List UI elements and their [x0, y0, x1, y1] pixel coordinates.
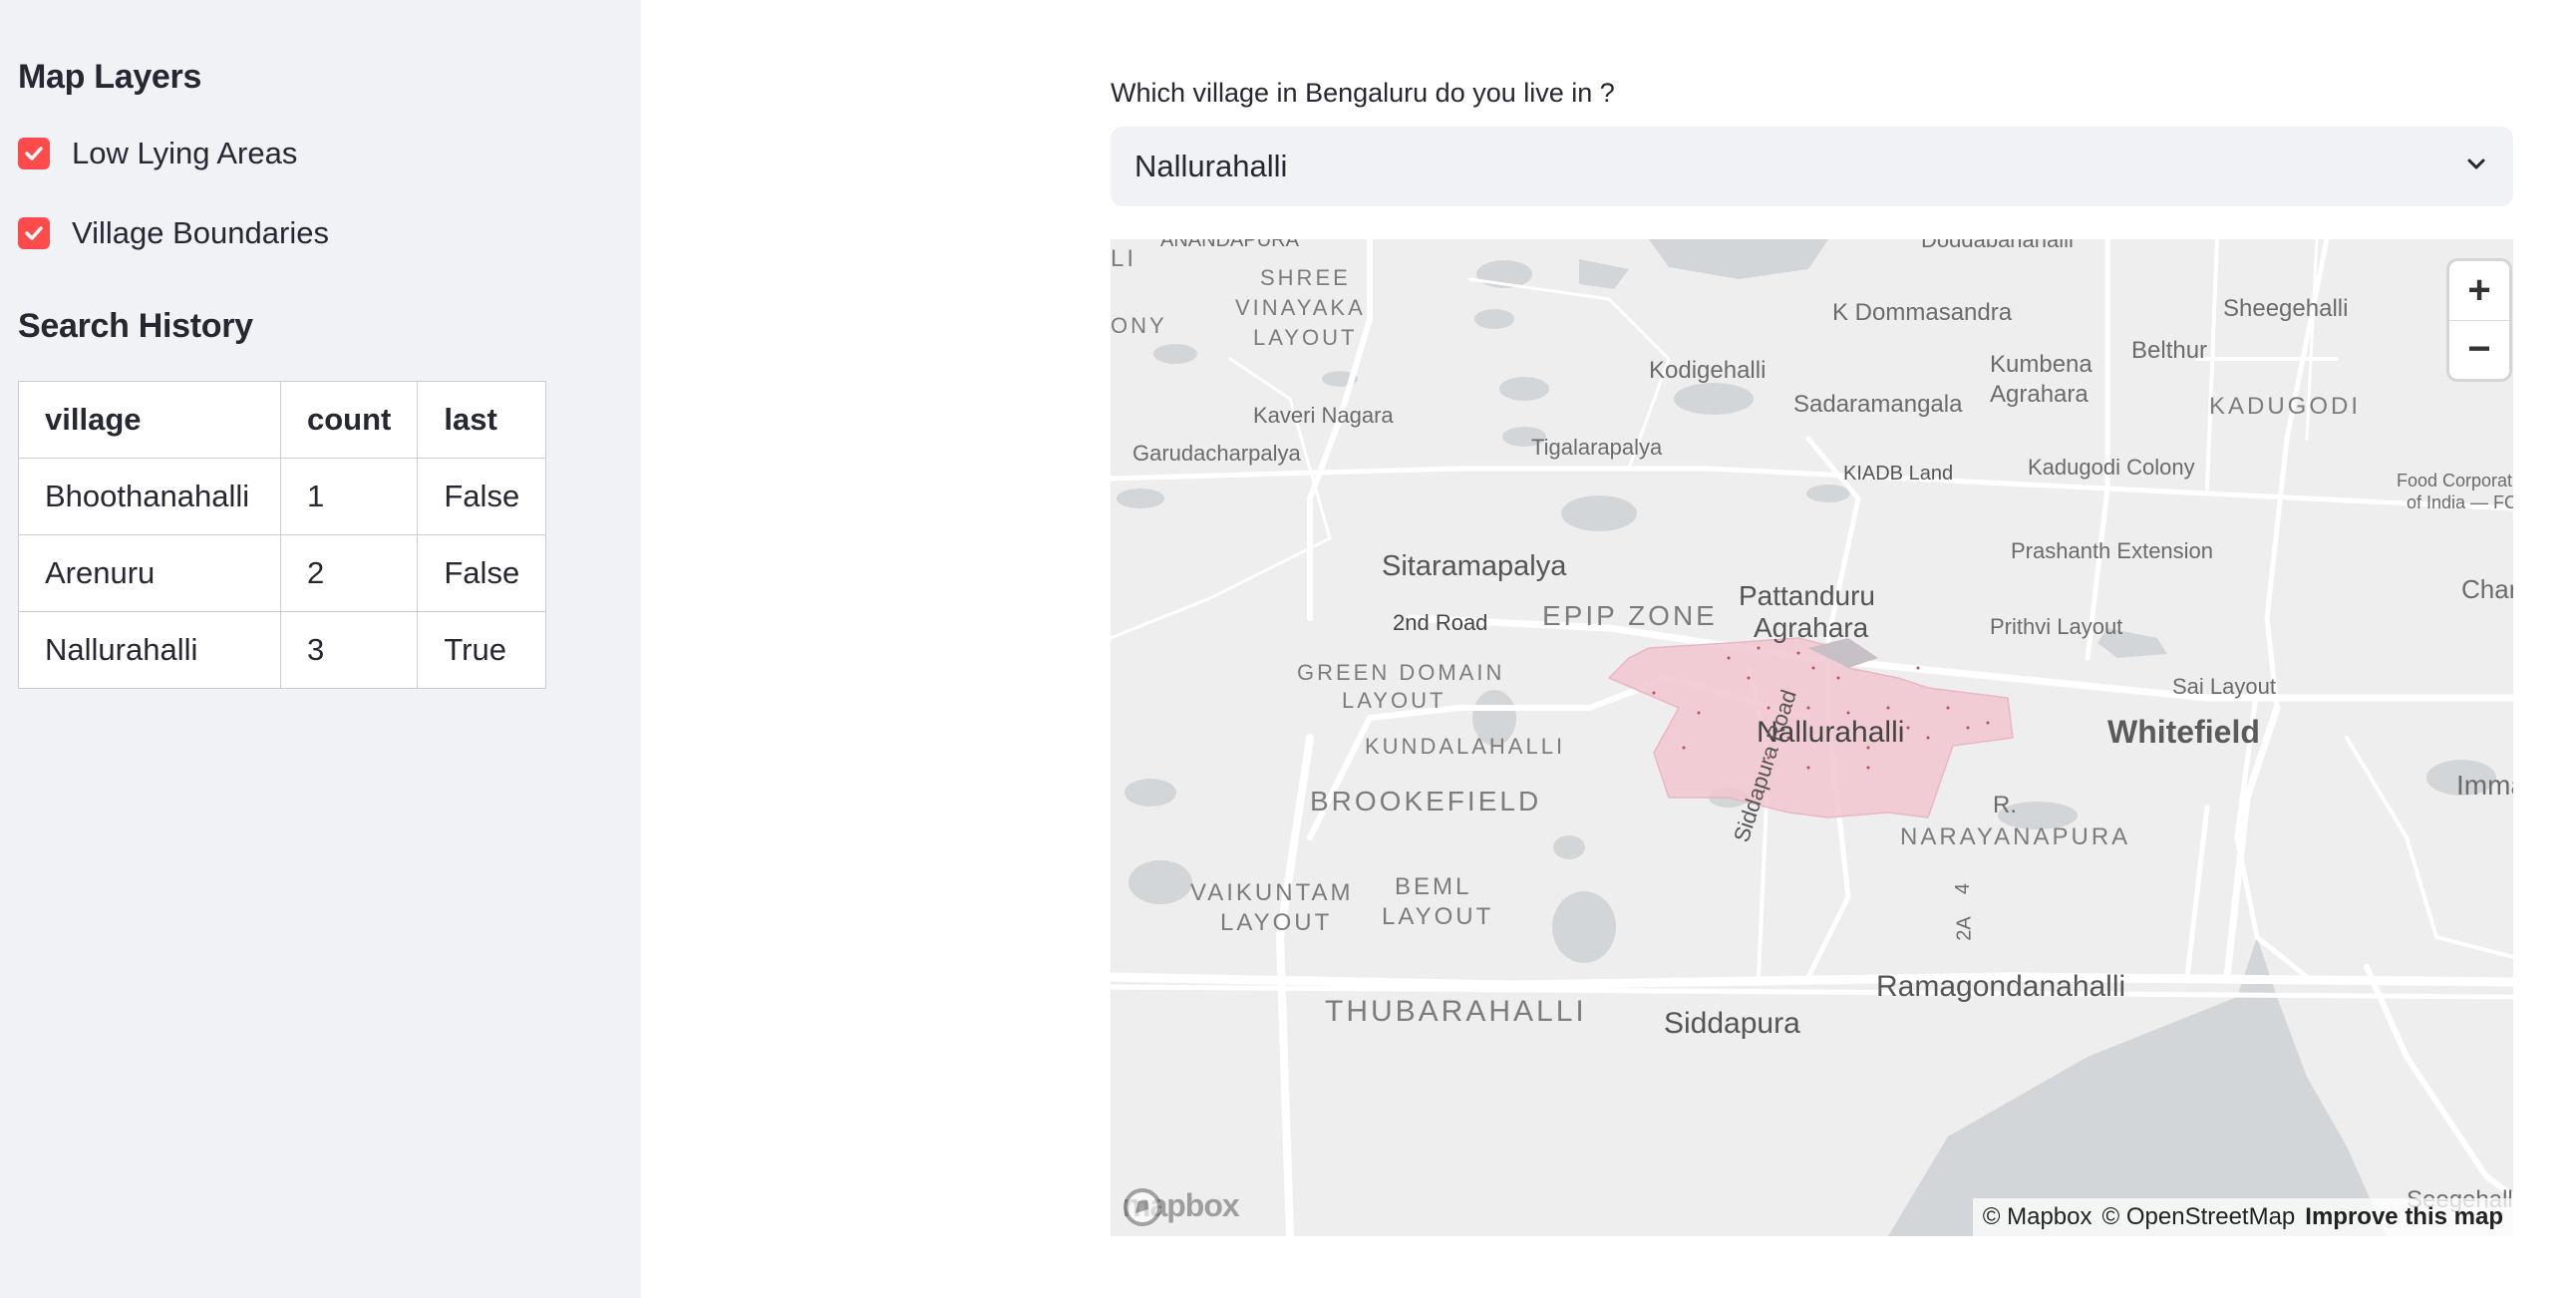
map-label: SHREE	[1260, 265, 1351, 290]
table-row: Nallurahalli 3 True	[18, 611, 547, 689]
map-label: LAYOUT	[1253, 325, 1358, 350]
map-label: Garudacharpalya	[1132, 441, 1301, 466]
map-label: 4	[1952, 882, 1975, 895]
cell-village: Bhoothanahalli	[18, 458, 281, 535]
map-label: Kodigehalli	[1649, 357, 1767, 384]
table-row: Arenuru 2 False	[18, 534, 547, 612]
zoom-in-button[interactable]: +	[2449, 261, 2509, 320]
map-label: EPIP ZONE	[1542, 600, 1718, 631]
map-label: Sai Layout	[2172, 674, 2276, 699]
village-select-label: Which village in Bengaluru do you live i…	[1111, 78, 1615, 108]
map-label: LAYOUT	[1382, 903, 1494, 930]
map-label: VAIKUNTAM	[1190, 879, 1354, 906]
map-layers-heading: Map Layers	[18, 58, 202, 96]
map-label: VINAYAKA	[1235, 295, 1366, 320]
village-boundaries-checkbox[interactable]: Village Boundaries	[18, 215, 329, 251]
map-label: GREEN DOMAIN	[1297, 660, 1505, 685]
cell-last: True	[417, 611, 547, 689]
map-label: THUBARAHALLI	[1325, 995, 1587, 1028]
map-label: KADUGODI	[2209, 393, 2362, 420]
map-label: NARAYANAPURA	[1900, 823, 2131, 850]
cell-count: 1	[279, 458, 419, 535]
map-label: Kadugodi Colony	[2028, 455, 2195, 480]
map-label: Ramagondanahalli	[1876, 970, 2126, 1003]
cell-village: Arenuru	[18, 534, 281, 612]
map-label: BEML	[1395, 873, 1472, 900]
map-label: LAYOUT	[1342, 688, 1447, 713]
cell-last: False	[417, 458, 547, 535]
map-label: Prithvi Layout	[1990, 614, 2123, 639]
map-label: Chann	[2461, 574, 2513, 604]
search-history-heading: Search History	[18, 307, 253, 345]
map-label: LAYOUT	[1220, 909, 1333, 936]
low-lying-areas-label[interactable]: Low Lying Areas	[72, 136, 297, 171]
map-label: Pattanduru	[1739, 580, 1875, 611]
zoom-out-button[interactable]: −	[2449, 321, 2509, 380]
map-label: Kaveri Nagara	[1253, 403, 1394, 428]
village-select-value[interactable]: Nallurahalli	[1134, 149, 1287, 184]
cell-last: False	[417, 534, 547, 612]
map-label: KUNDALAHALLI	[1365, 734, 1566, 759]
cell-village: Nallurahalli	[18, 611, 281, 689]
column-header-last: last	[417, 381, 547, 459]
map-label: ONY	[1111, 313, 1167, 338]
map-label: BROOKEFIELD	[1310, 786, 1542, 816]
map-label: R.	[1993, 792, 2017, 818]
map-label: Immad	[2456, 770, 2513, 801]
cell-count: 3	[279, 611, 419, 689]
map-label: of India — FC	[2407, 492, 2513, 512]
cell-count: 2	[279, 534, 419, 612]
map-label: 2A	[1953, 916, 1976, 941]
main-content: Which village in Bengaluru do you live i…	[641, 0, 2576, 1298]
map-label: Doddabanahalli	[1921, 239, 2074, 252]
mapbox-attribution-link[interactable]: © Mapbox	[1983, 1203, 2093, 1231]
low-lying-areas-checkbox[interactable]: Low Lying Areas	[18, 136, 297, 171]
map-label: Sitaramapalya	[1382, 550, 1567, 582]
column-header-village: village	[18, 381, 281, 459]
column-header-count: count	[279, 381, 419, 459]
map-label: KIADB Land	[1843, 463, 1954, 485]
checkbox-checked-icon[interactable]	[18, 138, 50, 169]
map-zoom-control[interactable]: + −	[2449, 261, 2509, 379]
map-label: Agrahara	[1754, 612, 1869, 643]
table-row: Bhoothanahalli 1 False	[18, 458, 547, 535]
map-label: Food Corporati	[2397, 471, 2513, 490]
map-label: Sheegehalli	[2223, 295, 2349, 322]
checkbox-checked-icon[interactable]	[18, 217, 50, 249]
map-label: Prashanth Extension	[2011, 538, 2214, 563]
map-label: Siddapura	[1664, 1007, 1800, 1040]
village-boundaries-label[interactable]: Village Boundaries	[72, 215, 329, 251]
map-label: K Dommasandra	[1832, 299, 2013, 326]
search-history-table: village count last Bhoothanahalli 1 Fals…	[18, 381, 547, 689]
chevron-down-icon[interactable]	[2463, 149, 2489, 184]
mapbox-logo-icon	[1124, 1188, 1161, 1226]
map-label: Tigalarapalya	[1531, 435, 1663, 460]
map-label: Sadaramangala	[1793, 391, 1963, 418]
map-label: Whitefield	[2107, 714, 2260, 750]
map-label: 2nd Road	[1393, 610, 1488, 635]
village-select[interactable]: Nallurahalli	[1111, 127, 2513, 206]
map-label: ANANDAPURA	[1160, 239, 1299, 251]
map-attribution: © Mapbox © OpenStreetMap Improve this ma…	[1972, 1198, 2513, 1236]
map-label: LI	[1111, 245, 1137, 272]
osm-attribution-link[interactable]: © OpenStreetMap	[2102, 1203, 2296, 1231]
map-label: Belthur	[2131, 337, 2208, 364]
table-header-row: village count last	[18, 381, 547, 459]
map-view[interactable]: ANANDAPURA Doddabanahalli LI SHREE VINAY…	[1111, 239, 2513, 1236]
map-label: Kumbena	[1990, 351, 2093, 378]
sidebar: Map Layers Low Lying Areas Village Bound…	[0, 0, 641, 1298]
improve-map-link[interactable]: Improve this map	[2305, 1203, 2503, 1231]
mapbox-logo[interactable]: mapbox	[1123, 1187, 1240, 1226]
map-label: Agrahara	[1990, 381, 2089, 408]
